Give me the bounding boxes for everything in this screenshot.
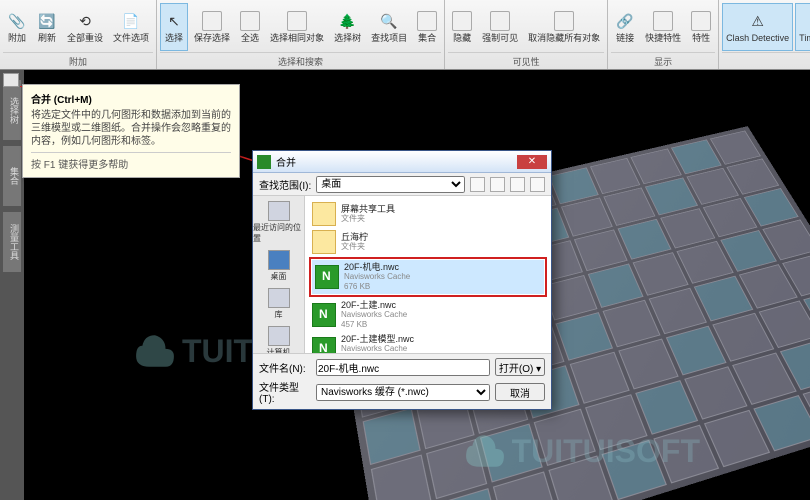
unhide-all-button[interactable]: 取消隐藏所有对象	[524, 3, 604, 51]
ribbon-group-tools: ⚠Clash Detective 📅TimeLiner 📊Quantificat…	[719, 0, 810, 69]
select-button[interactable]: ↖选择	[160, 3, 188, 51]
merge-file-dialog: 合并 ✕ 查找范围(I): 桌面 最近访问的位置 桌面 库 计算机 网络 屏幕共…	[252, 150, 552, 410]
require-icon	[490, 11, 510, 31]
list-icon	[691, 11, 711, 31]
sidebar-item-measure[interactable]: 测量工具	[3, 212, 21, 272]
list-item[interactable]: 20F-机电.nwcNavisworks Cache676 KB	[312, 260, 544, 294]
recent-icon	[268, 201, 290, 221]
list-item[interactable]: 屏幕共享工具文件夹	[309, 200, 547, 228]
up-icon[interactable]	[490, 177, 505, 192]
file-icon: 📄	[121, 11, 141, 31]
watermark-logo: TUITUISOFT	[464, 430, 700, 472]
ribbon-group-label: 附加	[3, 52, 153, 69]
computer-icon	[268, 326, 290, 346]
sets-icon	[417, 11, 437, 31]
ribbon-group-visibility: 隐藏 强制可见 取消隐藏所有对象 可见性	[445, 0, 608, 69]
properties-button[interactable]: 特性	[687, 3, 715, 51]
place-desktop[interactable]: 桌面	[253, 250, 304, 282]
close-icon[interactable]: ✕	[517, 155, 547, 169]
nwc-icon	[315, 265, 339, 289]
back-icon[interactable]	[470, 177, 485, 192]
file-options-button[interactable]: 📄文件选项	[109, 3, 153, 51]
refresh-icon: 🔄	[37, 11, 57, 31]
tooltip-footer: 按 F1 键获得更多帮助	[31, 152, 231, 171]
filename-input[interactable]	[316, 359, 490, 376]
libraries-icon	[268, 288, 290, 308]
tooltip-title: 合并 (Ctrl+M)	[31, 91, 231, 106]
merge-toolbar-icon[interactable]	[3, 73, 19, 87]
links-button[interactable]: 🔗链接	[611, 3, 639, 51]
quick-props-button[interactable]: 快捷特性	[641, 3, 685, 51]
hide-button[interactable]: 隐藏	[448, 3, 476, 51]
ribbon-group-label: 工具	[722, 52, 810, 69]
places-bar: 最近访问的位置 桌面 库 计算机 网络	[253, 196, 305, 353]
desktop-icon	[268, 250, 290, 270]
dialog-app-icon	[257, 155, 271, 169]
ribbon-group-label: 可见性	[448, 52, 604, 69]
cursor-icon: ↖	[164, 11, 184, 31]
viewmenu-icon[interactable]	[530, 177, 545, 192]
ribbon-toolbar: 📎附加 🔄刷新 ⟲全部重设 📄文件选项 附加 ↖选择 保存选择 全选 选择相同对…	[0, 0, 810, 70]
same-icon	[287, 11, 307, 31]
save-icon	[202, 11, 222, 31]
folder-icon	[312, 202, 336, 226]
ribbon-group-project: 📎附加 🔄刷新 ⟲全部重设 📄文件选项 附加	[0, 0, 157, 69]
save-selection-button[interactable]: 保存选择	[190, 3, 234, 51]
clash-icon: ⚠	[748, 11, 768, 31]
tree-icon: 🌲	[338, 11, 358, 31]
list-item[interactable]: 丘海柠文件夹	[309, 228, 547, 256]
filetype-label: 文件类型(T):	[259, 379, 311, 405]
filename-label: 文件名(N):	[259, 360, 311, 375]
open-button[interactable]: 打开(O) ▾	[495, 358, 545, 376]
selection-tree-button[interactable]: 🌲选择树	[330, 3, 365, 51]
sidebar-item-sets[interactable]: 集合	[3, 146, 21, 206]
dialog-titlebar[interactable]: 合并 ✕	[253, 151, 551, 173]
dialog-footer: 文件名(N): 打开(O) ▾ 文件类型(T): Navisworks 缓存 (…	[253, 353, 551, 409]
hide-icon	[452, 11, 472, 31]
place-recent[interactable]: 最近访问的位置	[253, 201, 304, 244]
ribbon-group-display: 🔗链接 快捷特性 特性 显示	[608, 0, 719, 69]
sets-button[interactable]: 集合	[413, 3, 441, 51]
nwc-icon	[312, 303, 336, 327]
reset-icon: ⟲	[75, 11, 95, 31]
sidebar-item-selection-tree[interactable]: 选择树	[3, 80, 21, 140]
folder-icon	[312, 230, 336, 254]
search-icon: 🔍	[379, 11, 399, 31]
timeliner-button[interactable]: 📅TimeLiner	[795, 3, 810, 51]
merge-tooltip: 合并 (Ctrl+M) 将选定文件中的几何图形和数据添加到当前的三维模型或二维图…	[22, 84, 240, 178]
link-icon: 🔗	[615, 11, 635, 31]
select-same-button[interactable]: 选择相同对象	[266, 3, 328, 51]
lookin-label: 查找范围(I):	[259, 177, 311, 192]
cancel-button[interactable]: 取消	[495, 383, 545, 401]
list-item[interactable]: 20F-土建模型.nwcNavisworks Cache420 KB	[309, 332, 547, 353]
place-libraries[interactable]: 库	[253, 288, 304, 320]
list-item[interactable]: 20F-土建.nwcNavisworks Cache457 KB	[309, 298, 547, 332]
lookin-select[interactable]: 桌面	[316, 176, 465, 193]
dialog-title-text: 合并	[276, 154, 296, 169]
ribbon-group-label: 显示	[611, 52, 715, 69]
highlight-box: 20F-机电.nwcNavisworks Cache676 KB	[309, 257, 547, 297]
ribbon-group-select: ↖选择 保存选择 全选 选择相同对象 🌲选择树 🔍查找项目 集合 选择和搜索	[157, 0, 445, 69]
props-icon	[653, 11, 673, 31]
find-items-button[interactable]: 🔍查找项目	[367, 3, 411, 51]
all-icon	[240, 11, 260, 31]
filetype-select[interactable]: Navisworks 缓存 (*.nwc)	[316, 384, 490, 401]
require-button[interactable]: 强制可见	[478, 3, 522, 51]
append-icon: 📎	[7, 11, 27, 31]
select-all-button[interactable]: 全选	[236, 3, 264, 51]
append-button[interactable]: 📎附加	[3, 3, 31, 51]
place-computer[interactable]: 计算机	[253, 326, 304, 353]
lookin-bar: 查找范围(I): 桌面	[253, 173, 551, 195]
newfolder-icon[interactable]	[510, 177, 525, 192]
clash-detective-button[interactable]: ⚠Clash Detective	[722, 3, 793, 51]
refresh-button[interactable]: 🔄刷新	[33, 3, 61, 51]
unhide-icon	[554, 11, 574, 31]
reset-all-button[interactable]: ⟲全部重设	[63, 3, 107, 51]
ribbon-group-label: 选择和搜索	[160, 52, 441, 69]
file-list[interactable]: 屏幕共享工具文件夹 丘海柠文件夹 20F-机电.nwcNavisworks Ca…	[305, 196, 551, 353]
nwc-icon	[312, 337, 336, 353]
tooltip-body: 将选定文件中的几何图形和数据添加到当前的三维模型或二维图纸。合并操作会忽略重复的…	[31, 109, 231, 148]
